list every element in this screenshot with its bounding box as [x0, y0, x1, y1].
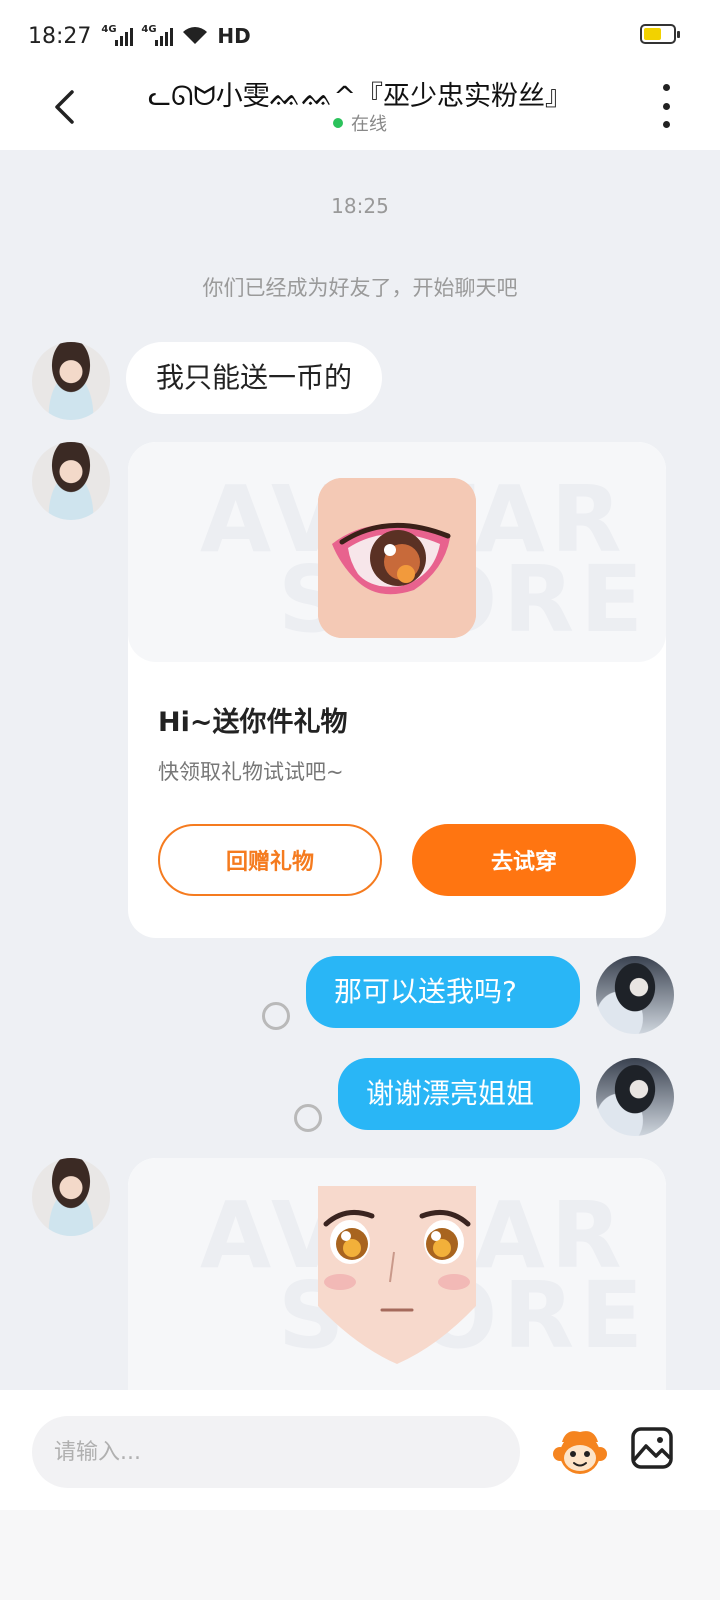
- contact-avatar[interactable]: [32, 442, 110, 520]
- gift-image-face: [318, 1186, 476, 1386]
- battery-icon: [640, 24, 680, 44]
- try-on-button[interactable]: 去试穿: [412, 824, 636, 896]
- gift-card[interactable]: AVATAR STORE: [128, 1158, 666, 1390]
- system-navigation-area: [0, 1510, 720, 1600]
- monkey-emoji-icon: [553, 1431, 607, 1474]
- chat-area[interactable]: 18:25 你们已经成为好友了，开始聊天吧 我只能送一币的 AVATAR STO…: [0, 150, 720, 1390]
- status-time: 18:27: [28, 23, 92, 49]
- gift-title: Hi~送你件礼物: [158, 707, 348, 738]
- unread-status-icon: [294, 1104, 322, 1132]
- my-avatar[interactable]: [596, 1058, 674, 1136]
- message-input[interactable]: [32, 1416, 520, 1488]
- more-options-button[interactable]: [656, 84, 676, 128]
- my-avatar[interactable]: [596, 956, 674, 1034]
- online-dot-icon: [333, 118, 343, 128]
- status-bar: 18:27 4G 4G HD: [0, 0, 720, 72]
- return-gift-button[interactable]: 回赠礼物: [158, 824, 382, 896]
- contact-avatar[interactable]: [32, 342, 110, 420]
- chat-header: ᓚᘏᗢ小雯ᨐᨐ^『巫少忠实粉丝』 在线: [0, 72, 720, 150]
- contact-avatar[interactable]: [32, 1158, 110, 1236]
- gift-banner: AVATAR STORE: [128, 1158, 666, 1390]
- gift-banner: AVATAR STORE: [128, 442, 666, 662]
- anime-face-icon: [318, 1186, 476, 1364]
- image-icon: [631, 1427, 673, 1469]
- unread-status-icon: [262, 1002, 290, 1030]
- image-button[interactable]: [630, 1426, 674, 1470]
- message-bubble-outgoing[interactable]: 那可以送我吗?: [306, 956, 580, 1028]
- emoji-button[interactable]: [552, 1424, 608, 1480]
- gift-card[interactable]: AVATAR STORE Hi~送你件礼物 快领取礼物试试吧~ 回赠礼物 去试穿: [128, 442, 666, 938]
- online-status-label: 在线: [351, 114, 387, 135]
- system-message: 你们已经成为好友了，开始聊天吧: [202, 276, 518, 300]
- input-bar: [0, 1390, 720, 1510]
- contact-name: ᓚᘏᗢ小雯ᨐᨐ^『巫少忠实粉丝』: [148, 81, 572, 112]
- hd-label: HD: [217, 24, 251, 48]
- message-bubble-outgoing[interactable]: 谢谢漂亮姐姐: [338, 1058, 580, 1130]
- wifi-icon: [183, 27, 208, 44]
- signal-icon: 4G: [101, 24, 134, 46]
- more-vertical-icon: [662, 84, 670, 91]
- online-status: 在线: [0, 110, 720, 136]
- message-timestamp: 18:25: [331, 194, 389, 218]
- gift-image-eye: [318, 478, 476, 638]
- message-bubble-incoming[interactable]: 我只能送一币的: [126, 342, 383, 414]
- battery-level: [644, 28, 661, 40]
- eye-makeup-icon: [318, 478, 476, 638]
- signal-icon-2: 4G: [141, 24, 174, 46]
- gift-subtitle: 快领取礼物试试吧~: [158, 760, 344, 784]
- status-icons: 4G 4G HD: [101, 24, 250, 48]
